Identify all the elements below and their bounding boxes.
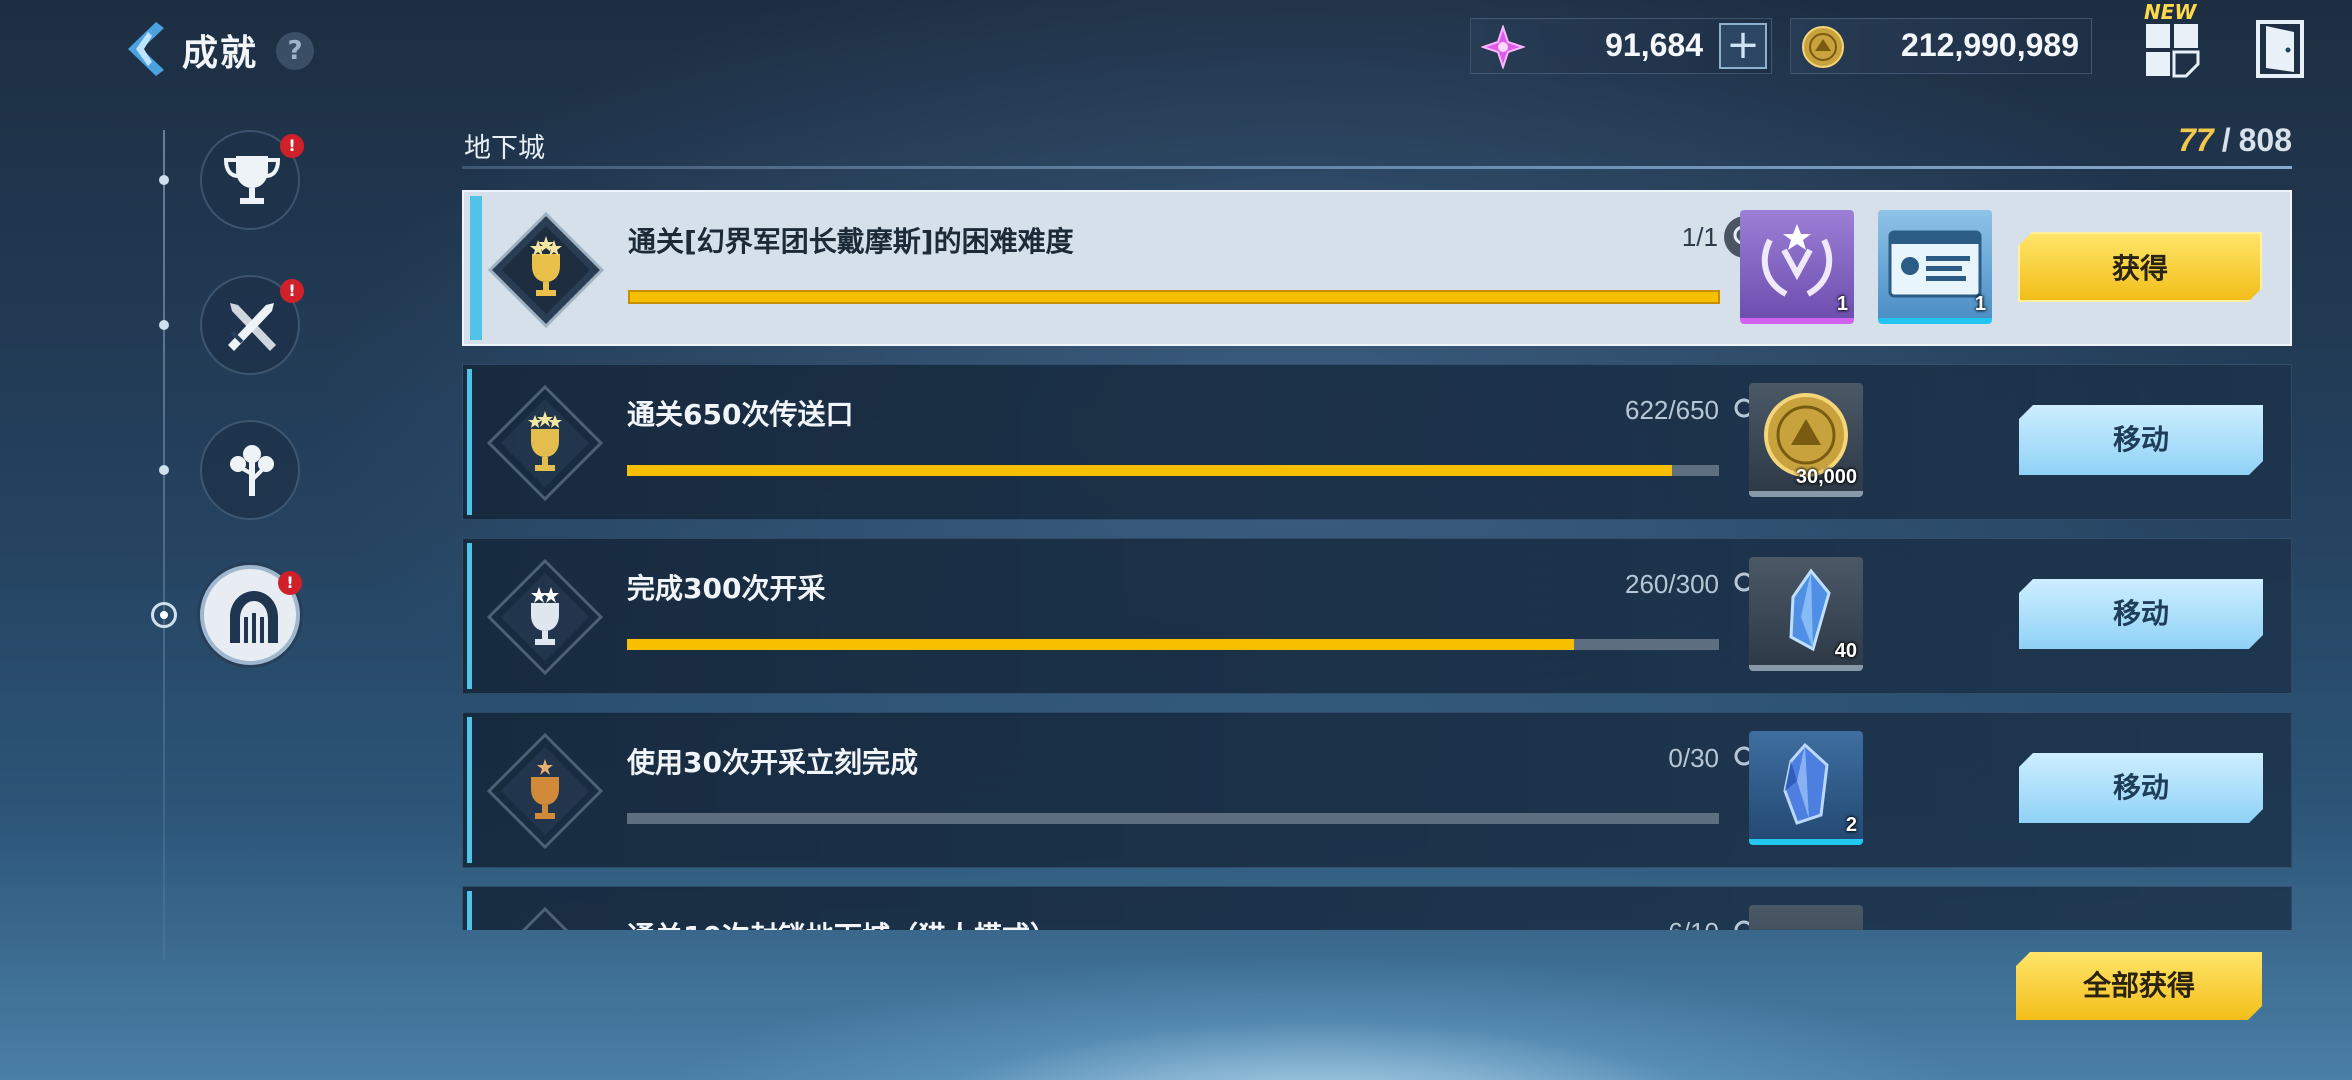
- bronze-trophy-badge-icon: [486, 732, 604, 850]
- achievement-row: 通关650次传送口 622/650 30,000 移动: [462, 364, 2292, 520]
- reward-item[interactable]: 30,000: [1749, 383, 1863, 497]
- progress-fill: [627, 639, 1574, 650]
- reward-item[interactable]: 40: [1749, 557, 1863, 671]
- chevron-left-icon: [128, 22, 164, 76]
- achievement-progress: 622/650: [1625, 395, 1719, 425]
- achievement-row: 通关[幻界军团长戴摩斯]的困难难度 1/1 1 1 获得: [462, 190, 2292, 346]
- gold-currency: 212,990,989: [1790, 18, 2092, 74]
- progress-bar: [627, 813, 1719, 824]
- achievement-title: 通关650次传送口: [627, 398, 854, 431]
- count-separator: /: [2221, 122, 2231, 158]
- reward-quantity: 2: [1845, 814, 1857, 836]
- progress-bar: [627, 465, 1719, 476]
- progress-bar: [627, 639, 1719, 650]
- section-progress: 77/808: [2178, 122, 2292, 159]
- sidebar-tab-dungeon[interactable]: !: [200, 565, 302, 665]
- claim-all-button[interactable]: 全部获得: [2016, 952, 2262, 1020]
- achievement-list[interactable]: 通关[幻界军团长戴摩斯]的困难难度 1/1 1 1 获得 通关650次传送口 6…: [462, 188, 2292, 930]
- reward-item[interactable]: 1: [1878, 210, 1992, 324]
- reward-item[interactable]: 2: [1749, 731, 1863, 845]
- dungeon-gate-icon: [230, 591, 278, 643]
- sidebar-dot: [159, 320, 169, 330]
- claim-button[interactable]: 获得: [2018, 232, 2262, 302]
- achievement-title: 使用30次开采立刻完成: [627, 746, 918, 779]
- gold-trophy-badge-icon: [487, 211, 605, 329]
- progress-fill: [630, 292, 1718, 302]
- reward-item[interactable]: [1749, 905, 1863, 930]
- sidebar-dot: [159, 465, 169, 475]
- sidebar-track: [163, 130, 165, 960]
- reward-item[interactable]: 1: [1740, 210, 1854, 324]
- silver-trophy-badge-icon: [486, 558, 604, 676]
- reward-quantity: 40: [1834, 640, 1857, 662]
- gem-amount: 91,684: [1605, 27, 1703, 63]
- trophy-badge-icon: [521, 906, 569, 930]
- help-button[interactable]: ?: [276, 32, 314, 70]
- achievement-row: 完成300次开采 260/300 40 移动: [462, 538, 2292, 694]
- sidebar-dot-active: [151, 602, 177, 628]
- exit-button[interactable]: [2254, 18, 2306, 80]
- reward-quantity: 1: [1836, 293, 1848, 315]
- total-count: 808: [2238, 122, 2292, 158]
- move-button[interactable]: 移动: [2019, 405, 2263, 475]
- alert-badge: !: [280, 134, 304, 158]
- sidebar-dot: [159, 175, 169, 185]
- achievement-title: 完成300次开采: [627, 572, 826, 605]
- gold-trophy-badge-icon: [486, 384, 604, 502]
- menu-button[interactable]: [2142, 18, 2202, 80]
- add-gem-button[interactable]: +: [1719, 23, 1767, 69]
- crossed-swords-icon: [228, 303, 276, 351]
- reward-quantity: 1: [1974, 293, 1986, 315]
- progress-fill: [627, 465, 1673, 476]
- door-icon: [2256, 20, 2304, 78]
- progress-bar: [628, 290, 1720, 304]
- section-divider: [462, 166, 2292, 169]
- grid-menu-icon: [2146, 24, 2200, 78]
- alert-badge: !: [278, 571, 302, 595]
- sidebar-tab-growth[interactable]: [200, 420, 300, 520]
- pink-gem-icon: [1481, 25, 1525, 69]
- move-button[interactable]: 移动: [2019, 753, 2263, 823]
- tree-icon: [230, 445, 274, 496]
- achievement-title: 通关[幻界军团长戴摩斯]的困难难度: [628, 225, 1074, 258]
- sidebar-tab-trophy[interactable]: !: [200, 130, 304, 230]
- achievement-progress: 0/30: [1668, 743, 1719, 773]
- achievement-row: 通关10次封锁地下城（猎人模式） 6/10: [462, 886, 2292, 930]
- section-title: 地下城: [464, 133, 545, 164]
- completed-count: 77: [2178, 122, 2214, 158]
- page-title: 成就: [182, 33, 259, 74]
- move-button[interactable]: 移动: [2019, 579, 2263, 649]
- achievement-row: 使用30次开采立刻完成 0/30 2 移动: [462, 712, 2292, 868]
- alert-badge: !: [280, 279, 304, 303]
- achievement-title: 通关10次封锁地下城（猎人模式）: [627, 915, 1058, 930]
- trophy-icon: [223, 156, 281, 204]
- gold-amount: 212,990,989: [1901, 27, 2079, 63]
- achievement-progress: 6/10: [1668, 917, 1719, 930]
- sidebar-tab-battle[interactable]: !: [200, 275, 304, 375]
- back-button[interactable]: [118, 18, 174, 80]
- achievement-progress: 260/300: [1625, 569, 1719, 599]
- gem-currency: 91,684 +: [1470, 18, 1772, 74]
- reward-quantity: 30,000: [1795, 466, 1857, 488]
- achievement-progress: 1/1: [1681, 222, 1718, 252]
- gold-coin-icon: [1802, 26, 1844, 68]
